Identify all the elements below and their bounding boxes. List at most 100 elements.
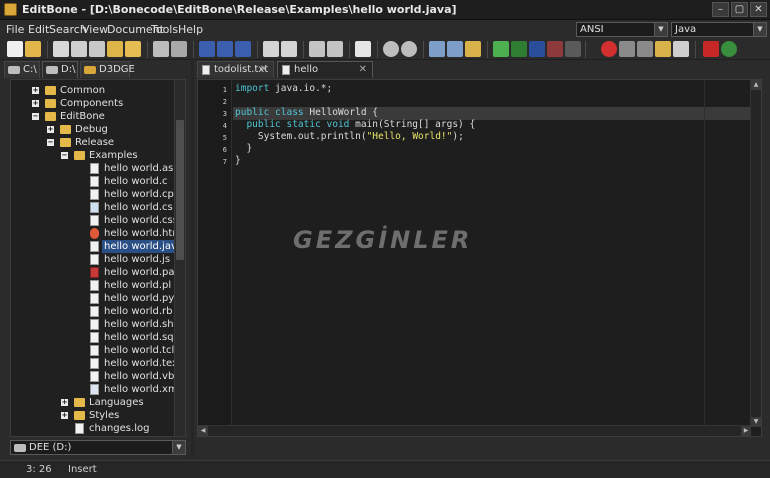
toggle-bookmark-icon[interactable]	[281, 41, 297, 57]
menu-tools[interactable]: Tools	[151, 23, 178, 36]
close-folder-icon[interactable]	[125, 41, 141, 57]
undo-icon[interactable]	[383, 41, 399, 57]
scrollbar-thumb[interactable]	[176, 120, 184, 260]
tree-item[interactable]: hello world.cpp	[11, 188, 180, 201]
scroll-down-icon[interactable]: ▼	[751, 417, 761, 427]
tab-todolist[interactable]: todolist.txt ✕	[197, 61, 274, 78]
compare-files-icon[interactable]	[703, 41, 719, 57]
tree-item[interactable]: hello world.pas	[11, 266, 180, 279]
tab-label: D:\	[61, 64, 76, 75]
split-view-icon[interactable]	[511, 41, 527, 57]
tree-item[interactable]: + Languages	[11, 396, 171, 409]
view-layout-icon[interactable]	[493, 41, 509, 57]
open-folder-icon[interactable]	[25, 41, 41, 57]
save-macro-icon[interactable]	[673, 41, 689, 57]
record-macro-icon[interactable]	[601, 41, 617, 57]
save-all-icon[interactable]	[89, 41, 105, 57]
drive-select[interactable]: DEE (D:) ▼	[10, 440, 186, 455]
file-tree[interactable]: + Common + Components − EditBone + Debug…	[10, 79, 186, 437]
tab-drive-c[interactable]: C:\	[4, 61, 40, 78]
tree-item[interactable]: hello world.sql	[11, 331, 176, 344]
tree-item[interactable]: hello world.sh	[11, 318, 174, 331]
tree-item[interactable]: changes.log	[11, 422, 171, 435]
open-macro-icon[interactable]	[655, 41, 671, 57]
highlighter-select[interactable]: Java ▼	[671, 22, 767, 37]
scroll-right-icon[interactable]: ▶	[741, 426, 751, 436]
tree-item[interactable]: hello world.html	[11, 227, 185, 240]
open-project-icon[interactable]	[107, 41, 123, 57]
tree-item[interactable]: hello world.tex	[11, 357, 178, 370]
collapse-icon[interactable]: −	[47, 139, 54, 146]
tree-item[interactable]: − Examples	[11, 149, 171, 162]
sort-descending-icon[interactable]	[327, 41, 343, 57]
collapse-icon[interactable]: −	[61, 152, 68, 159]
indent-icon[interactable]	[199, 41, 215, 57]
save-icon[interactable]	[53, 41, 69, 57]
expand-icon[interactable]: +	[61, 412, 68, 419]
menu-file[interactable]: File	[6, 23, 24, 36]
print-preview-icon[interactable]	[171, 41, 187, 57]
close-icon[interactable]: ✕	[359, 62, 367, 78]
play-macro-icon[interactable]	[637, 41, 653, 57]
tree-item[interactable]: + Components	[11, 97, 171, 110]
tree-item[interactable]: + Styles	[11, 409, 171, 422]
minimize-button[interactable]: –	[712, 2, 729, 17]
save-as-icon[interactable]	[71, 41, 87, 57]
redo-icon[interactable]	[401, 41, 417, 57]
tree-item[interactable]: hello world.pl	[11, 279, 171, 292]
new-file-icon[interactable]	[7, 41, 23, 57]
menu-edit[interactable]: Edit	[28, 23, 49, 36]
scroll-up-icon[interactable]: ▲	[751, 80, 761, 90]
search-in-files-icon[interactable]	[465, 41, 481, 57]
tree-item[interactable]: hello world.cs	[11, 201, 173, 214]
editor-vertical-scrollbar[interactable]: ▲ ▼	[750, 80, 761, 427]
tree-item[interactable]: hello world.py	[11, 292, 174, 305]
close-button[interactable]: ✕	[750, 2, 767, 17]
toggle-sidebar-icon[interactable]	[529, 41, 545, 57]
tree-item[interactable]: hello world.css	[11, 214, 178, 227]
sort-ascending-icon[interactable]	[309, 41, 325, 57]
toggle-case-icon[interactable]	[263, 41, 279, 57]
close-icon[interactable]: ✕	[260, 62, 268, 78]
tree-item[interactable]: hello world.rb	[11, 305, 173, 318]
tree-item[interactable]: hello world.vb	[11, 370, 174, 383]
word-wrap-icon[interactable]	[355, 41, 371, 57]
tree-item[interactable]: hello world.tcl	[11, 344, 174, 357]
scroll-left-icon[interactable]: ◀	[198, 426, 208, 436]
tree-item[interactable]: hello world.asm	[11, 162, 183, 175]
expand-icon[interactable]: +	[32, 87, 39, 94]
pane-splitter[interactable]	[191, 61, 194, 457]
tree-item[interactable]: + Common	[11, 84, 171, 97]
menu-view[interactable]: View	[82, 23, 108, 36]
tree-item[interactable]: hello world.xml	[11, 383, 181, 396]
outdent-icon[interactable]	[217, 41, 233, 57]
comment-icon[interactable]	[235, 41, 251, 57]
tab-drive-d[interactable]: D:\	[42, 61, 78, 78]
tree-item[interactable]: hello world.java	[11, 240, 185, 253]
expand-icon[interactable]: +	[32, 100, 39, 107]
tree-item[interactable]: − Release	[11, 136, 171, 149]
search-next-icon[interactable]	[447, 41, 463, 57]
code-token: );	[452, 131, 464, 142]
menu-help[interactable]: Help	[178, 23, 203, 36]
print-icon[interactable]	[153, 41, 169, 57]
expand-icon[interactable]: +	[61, 399, 68, 406]
fullscreen-icon[interactable]	[565, 41, 581, 57]
tree-item[interactable]: + Debug	[11, 123, 171, 136]
editor-horizontal-scrollbar[interactable]: ◀ ▶	[198, 425, 751, 436]
exit-icon[interactable]	[721, 41, 737, 57]
tree-item[interactable]: − EditBone	[11, 110, 171, 123]
stop-macro-icon[interactable]	[619, 41, 635, 57]
toggle-output-icon[interactable]	[547, 41, 563, 57]
tree-scrollbar[interactable]	[174, 80, 185, 436]
search-icon[interactable]	[429, 41, 445, 57]
tree-item[interactable]: hello world.js	[11, 253, 171, 266]
tab-hello-world-java[interactable]: hello world.java ✕	[277, 61, 373, 91]
expand-icon[interactable]: +	[47, 126, 54, 133]
tree-item[interactable]: hello world.c	[11, 175, 171, 188]
collapse-icon[interactable]: −	[32, 113, 39, 120]
encoding-select[interactable]: ANSI ▼	[576, 22, 668, 37]
maximize-button[interactable]: ▢	[731, 2, 748, 17]
tab-drive-d3dge[interactable]: D3DGE	[80, 61, 135, 78]
code-editor[interactable]: 1 2 3 4 5 6 7 import java.io.*; public c…	[197, 79, 762, 437]
